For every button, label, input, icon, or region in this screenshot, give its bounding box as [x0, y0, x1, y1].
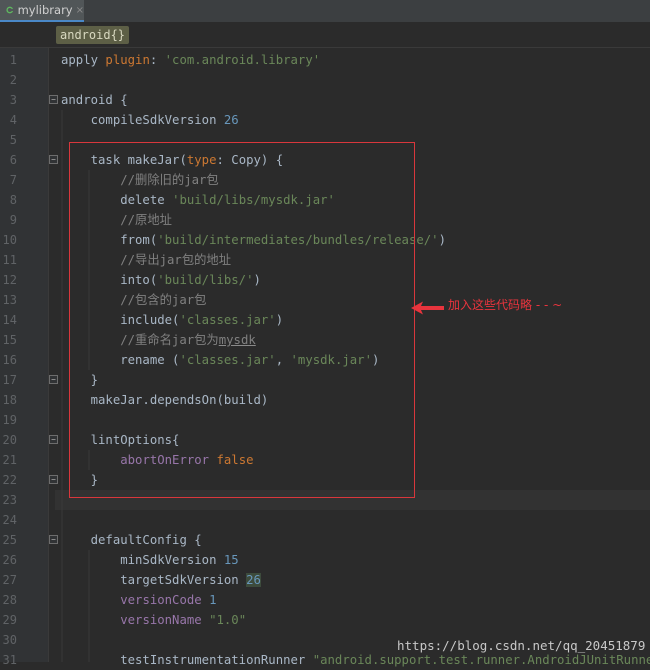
line-number: 27 [2, 573, 17, 587]
line-number: 23 [2, 493, 17, 507]
code-line[interactable]: 3 android { [0, 90, 650, 110]
line-number: 3 [9, 93, 17, 107]
line-number: 13 [2, 293, 17, 307]
line-number: 31 [2, 653, 17, 667]
code-text: versionCode 1 [61, 590, 216, 610]
code-token: testInstrumentationRunner [61, 653, 313, 667]
code-text: compileSdkVersion 26 [61, 110, 239, 130]
fold-collapse-icon[interactable] [49, 155, 58, 164]
gradle-file-icon [6, 6, 14, 14]
code-line[interactable]: 28 versionCode 1 [0, 590, 650, 610]
line-number: 25 [2, 533, 17, 547]
tab-title: mylibrary [17, 3, 73, 17]
fold-collapse-icon[interactable] [49, 435, 58, 444]
line-number: 26 [2, 553, 17, 567]
line-number: 30 [2, 633, 17, 647]
fold-collapse-icon[interactable] [49, 535, 58, 544]
code-token: targetSdkVersion [61, 573, 247, 587]
code-token: apply [61, 53, 106, 67]
code-text: minSdkVersion 15 [61, 550, 239, 570]
line-number: 7 [9, 173, 17, 187]
line-number: 20 [2, 433, 17, 447]
line-number: 4 [9, 113, 17, 127]
code-token: : [149, 53, 165, 67]
line-number: 24 [2, 513, 17, 527]
code-token: compileSdkVersion [61, 113, 224, 127]
code-text: apply plugin: 'com.android.library' [61, 50, 320, 70]
line-number: 5 [9, 133, 17, 147]
fold-end-icon[interactable] [49, 475, 58, 484]
code-token: ) [438, 233, 446, 247]
code-token: 26 [223, 113, 239, 127]
code-text: defaultConfig { [61, 530, 202, 550]
line-number: 21 [2, 453, 17, 467]
code-line[interactable]: 25 defaultConfig { [0, 530, 650, 550]
editor-tab-mylibrary[interactable]: mylibrary × [0, 0, 84, 22]
line-number: 28 [2, 593, 17, 607]
editor-tab-bar: mylibrary × [0, 0, 650, 23]
code-line[interactable]: 26 minSdkVersion 15 [0, 550, 650, 570]
code-token: versionCode [120, 593, 210, 607]
code-token: 'com.android.library' [164, 53, 321, 67]
code-line[interactable]: 29 versionName "1.0" [0, 610, 650, 630]
line-number: 1 [9, 53, 17, 67]
line-number: 16 [2, 353, 17, 367]
code-token: 26 [246, 573, 261, 587]
line-number: 19 [2, 413, 17, 427]
line-number: 10 [2, 233, 17, 247]
line-number: 9 [9, 213, 17, 227]
line-number: 17 [2, 373, 17, 387]
code-line[interactable]: 31 testInstrumentationRunner "android.su… [0, 650, 650, 670]
line-number: 22 [2, 473, 17, 487]
line-number: 2 [9, 73, 17, 87]
code-token: minSdkVersion [61, 553, 224, 567]
code-line[interactable]: 2 [0, 70, 650, 90]
fold-collapse-icon[interactable] [49, 95, 58, 104]
code-token: 1 [209, 593, 217, 607]
code-token: plugin [105, 53, 150, 67]
watermark: https://blog.csdn.net/qq_20451879 [397, 638, 646, 653]
code-text: versionName "1.0" [61, 610, 246, 630]
line-number: 11 [2, 253, 17, 267]
code-token: versionName [120, 613, 210, 627]
code-token: 15 [223, 553, 239, 567]
annotation-arrow-icon [411, 301, 444, 315]
code-text: android { [61, 90, 128, 110]
line-number: 14 [2, 313, 17, 327]
annotation-highlight-box [69, 142, 415, 498]
line-number: 15 [2, 333, 17, 347]
line-number: 12 [2, 273, 17, 287]
code-token: android { [61, 93, 128, 107]
code-line[interactable]: 24 [0, 510, 650, 530]
code-token: defaultConfig { [61, 533, 202, 547]
code-line[interactable]: 27 targetSdkVersion 26 [0, 570, 650, 590]
breadcrumb-bar: android{} [0, 23, 650, 48]
code-line[interactable]: 4 compileSdkVersion 26 [0, 110, 650, 130]
breadcrumb[interactable]: android{} [56, 26, 130, 44]
code-text: targetSdkVersion 26 [61, 570, 261, 590]
line-number: 8 [9, 193, 17, 207]
code-token: "android.support.test.runner.AndroidJUni… [312, 653, 650, 667]
fold-end-icon[interactable] [49, 375, 58, 384]
line-number: 18 [2, 393, 17, 407]
line-number: 6 [9, 153, 17, 167]
tab-close-icon[interactable]: × [76, 5, 84, 16]
annotation-text: 加入这些代码略 - - ~ [448, 298, 563, 312]
code-line[interactable]: 1 apply plugin: 'com.android.library' [0, 50, 650, 70]
line-number: 29 [2, 613, 17, 627]
code-text: testInstrumentationRunner "android.suppo… [61, 650, 650, 670]
code-token: "1.0" [209, 613, 247, 627]
